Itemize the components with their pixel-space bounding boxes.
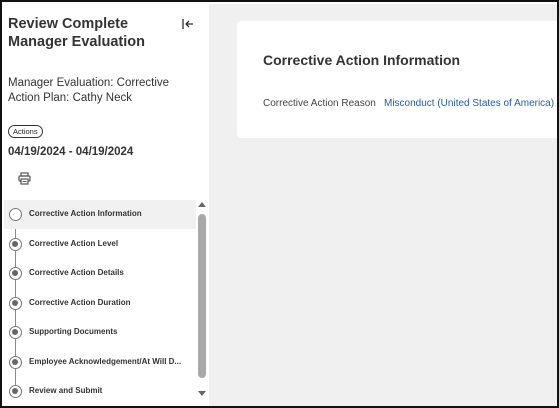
scroll-up-arrow-icon[interactable] — [198, 202, 206, 207]
task-subtitle: Manager Evaluation: Corrective Action Pl… — [8, 77, 170, 104]
collapse-left-icon[interactable] — [181, 17, 195, 31]
corrective-action-reason-link[interactable]: Misconduct (United States of America) — [384, 98, 554, 109]
corrective-action-reason-label: Corrective Action Reason — [263, 98, 376, 109]
step-label: Corrective Action Level — [29, 238, 119, 248]
step-label: Employee Acknowledgement/At Will D... — [29, 356, 182, 366]
app-window: Review Complete Manager Evaluation Manag… — [0, 0, 559, 408]
actions-button[interactable]: Actions — [8, 125, 43, 138]
step-label: Corrective Action Details — [29, 268, 124, 277]
step-pending-circle-icon — [9, 237, 22, 251]
step-review-and-submit[interactable]: Review and Submit — [4, 377, 196, 406]
step-pending-circle-icon — [9, 326, 22, 339]
section-title: Corrective Action Information — [263, 52, 461, 68]
step-pending-circle-icon — [9, 355, 22, 369]
section-card: Corrective Action Information Corrective… — [237, 21, 557, 138]
step-corrective-action-duration[interactable]: Corrective Action Duration — [4, 289, 196, 318]
step-list: Corrective Action Information Corrective… — [4, 200, 196, 406]
print-icon[interactable] — [18, 172, 31, 185]
step-pending-circle-icon — [9, 385, 22, 398]
left-panel: Review Complete Manager Evaluation Manag… — [4, 4, 209, 406]
main-content: Corrective Action Information Corrective… — [209, 4, 557, 406]
step-pending-circle-icon — [9, 296, 22, 310]
step-list-scrollbar[interactable] — [197, 200, 207, 402]
step-label: Review and Submit — [29, 386, 103, 395]
step-corrective-action-level[interactable]: Corrective Action Level — [4, 230, 196, 259]
step-supporting-documents[interactable]: Supporting Documents — [4, 318, 196, 347]
step-employee-acknowledgement[interactable]: Employee Acknowledgement/At Will D... — [4, 348, 196, 377]
date-range: 04/19/2024 - 04/19/2024 — [8, 146, 134, 158]
step-corrective-action-details[interactable]: Corrective Action Details — [4, 259, 196, 288]
task-title: Review Complete Manager Evaluation — [8, 16, 145, 50]
scroll-down-arrow-icon[interactable] — [198, 391, 206, 396]
step-label: Corrective Action Duration — [29, 297, 131, 307]
step-current-circle-icon — [9, 208, 22, 221]
step-label: Corrective Action Information — [29, 209, 142, 218]
step-corrective-action-information[interactable]: Corrective Action Information — [4, 200, 196, 229]
step-label: Supporting Documents — [29, 327, 118, 336]
scrollbar-thumb[interactable] — [198, 214, 206, 378]
step-pending-circle-icon — [9, 267, 22, 280]
